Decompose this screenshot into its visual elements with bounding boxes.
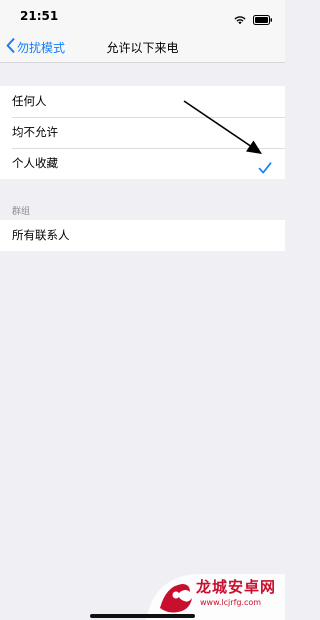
status-time: 21:51: [20, 9, 59, 23]
option-label: 个人收藏: [12, 156, 58, 170]
status-bar: 21:51: [0, 0, 285, 32]
back-button-label: 勿扰模式: [17, 40, 66, 55]
chevron-left-icon: [6, 38, 15, 56]
option-label: 任何人: [12, 94, 47, 108]
back-button[interactable]: 勿扰模式: [6, 36, 65, 58]
option-label: 所有联系人: [12, 228, 70, 242]
navigation-bar: 勿扰模式 允许以下来电: [0, 32, 285, 63]
section-header-groups: 群组: [12, 207, 31, 217]
allow-calls-options: 任何人 均不允许 个人收藏: [0, 86, 285, 179]
wifi-icon: [233, 10, 247, 29]
option-anyone[interactable]: 任何人: [0, 86, 285, 117]
checkmark-icon: [258, 156, 272, 174]
settings-screen: 21:51 勿扰模式 允许以下来电 任何人 均不允许 个人收藏 群组 所有联系人…: [0, 0, 285, 620]
battery-icon: [253, 10, 273, 29]
watermark: 龙城安卓网 www.lcjrfg.com: [146, 568, 285, 620]
home-indicator[interactable]: [90, 614, 195, 618]
watermark-brand: 龙城安卓网: [196, 578, 277, 596]
option-favorites[interactable]: 个人收藏: [0, 148, 285, 179]
groups-list: 所有联系人: [0, 220, 285, 251]
option-no-one[interactable]: 均不允许: [0, 117, 285, 148]
option-all-contacts[interactable]: 所有联系人: [0, 220, 285, 251]
watermark-url: www.lcjrfg.com: [200, 598, 262, 607]
option-label: 均不允许: [12, 125, 58, 139]
status-icons: [233, 10, 273, 29]
